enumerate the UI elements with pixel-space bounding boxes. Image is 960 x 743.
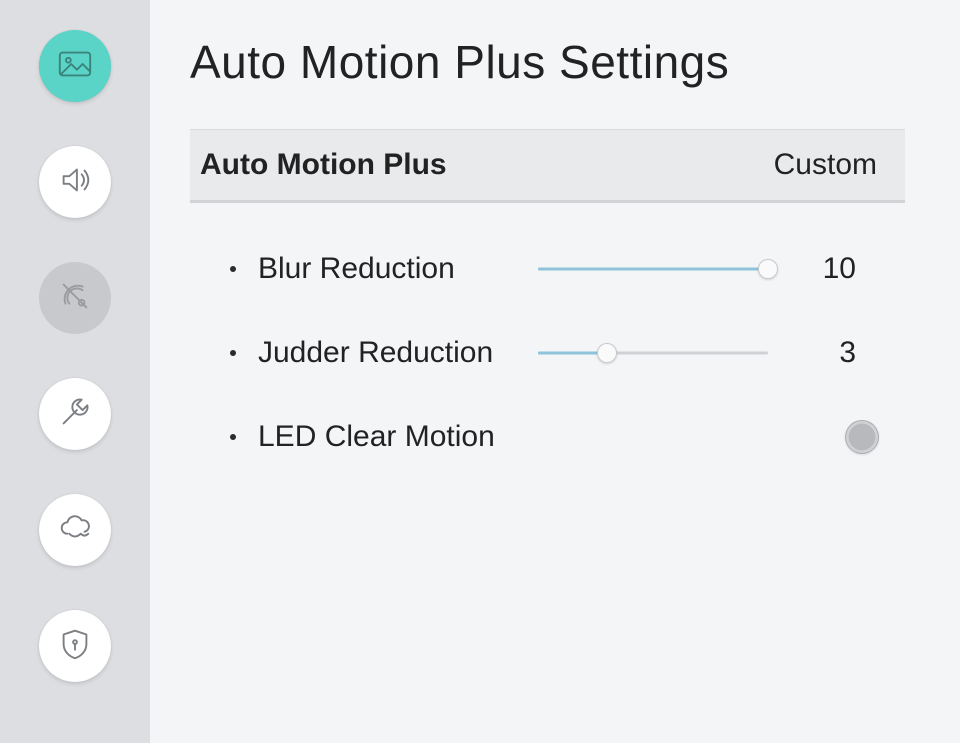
judder-reduction-slider[interactable] [538,339,768,367]
picture-icon [56,45,94,88]
bullet-icon [230,350,236,356]
mode-selector-row[interactable]: Auto Motion Plus Custom [190,129,905,203]
sidebar-item-sound[interactable] [39,146,111,218]
sidebar-item-support[interactable] [39,378,111,450]
mode-value: Custom [774,148,877,182]
blur-reduction-value: 10 [768,252,868,286]
sidebar-item-security[interactable] [39,610,111,682]
sidebar-item-cloud[interactable] [39,494,111,566]
speaker-icon [56,161,94,204]
led-clear-motion-toggle[interactable] [845,420,879,454]
judder-reduction-value: 3 [768,336,868,370]
bullet-icon [230,266,236,272]
sidebar-item-broadcast [39,262,111,334]
led-clear-motion-label: LED Clear Motion [258,420,845,454]
sidebar [0,0,150,743]
wrench-icon [56,393,94,436]
blur-reduction-label: Blur Reduction [258,252,538,286]
mode-label: Auto Motion Plus [200,148,447,182]
blur-reduction-row[interactable]: Blur Reduction 10 [190,227,905,311]
blur-reduction-slider[interactable] [538,255,768,283]
bullet-icon [230,434,236,440]
led-clear-motion-row[interactable]: LED Clear Motion [190,395,905,479]
judder-reduction-row[interactable]: Judder Reduction 3 [190,311,905,395]
main-panel: Auto Motion Plus Settings Auto Motion Pl… [150,0,960,743]
shield-icon [56,625,94,668]
sidebar-item-picture[interactable] [39,30,111,102]
cloud-icon [56,509,94,552]
judder-reduction-label: Judder Reduction [258,336,538,370]
page-title: Auto Motion Plus Settings [190,35,905,89]
app: Auto Motion Plus Settings Auto Motion Pl… [0,0,960,743]
satellite-icon [56,277,94,320]
